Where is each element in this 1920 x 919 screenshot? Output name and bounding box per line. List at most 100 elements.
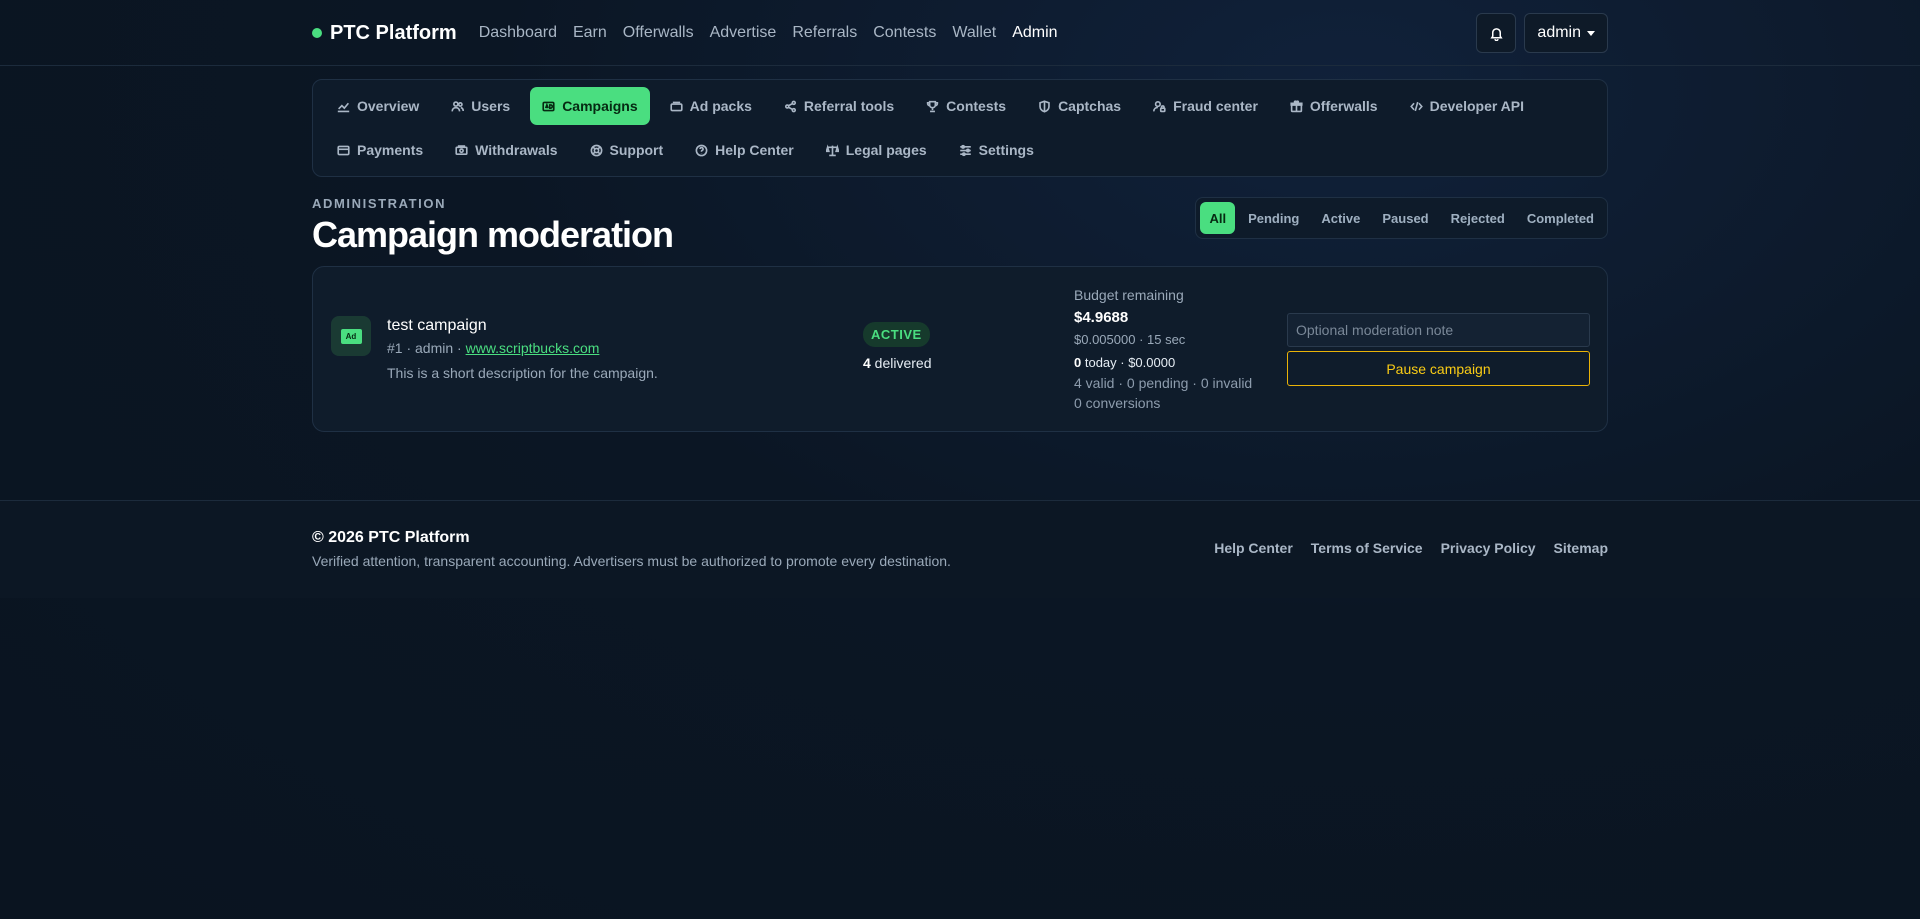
nav-link-dashboard[interactable]: Dashboard xyxy=(479,24,557,42)
status-filter-group: All Pending Active Paused Rejected Compl… xyxy=(1195,197,1608,239)
tab-support[interactable]: Support xyxy=(578,131,676,169)
campaign-info: test campaign #1 · admin · www.scriptbuc… xyxy=(387,317,658,381)
delivered-number: 4 xyxy=(863,355,871,371)
tab-label: Overview xyxy=(357,98,420,114)
nav-link-earn[interactable]: Earn xyxy=(573,24,607,42)
budget-today: 0 today · $0.0000 xyxy=(1074,355,1252,370)
pause-campaign-button[interactable]: Pause campaign xyxy=(1287,351,1590,386)
filter-active[interactable]: Active xyxy=(1312,202,1369,234)
user-lock-icon xyxy=(1153,100,1166,112)
life-ring-icon xyxy=(590,144,602,156)
tab-fraud-center[interactable]: Fraud center xyxy=(1141,87,1270,125)
tab-ad-packs[interactable]: Ad packs xyxy=(658,87,764,125)
notifications-button[interactable] xyxy=(1476,13,1517,53)
tab-label: Users xyxy=(471,98,511,114)
filter-rejected[interactable]: Rejected xyxy=(1442,202,1514,234)
caret-down-icon xyxy=(1587,30,1595,36)
tab-captchas[interactable]: Captchas xyxy=(1026,87,1133,125)
conversions-stats: 0 conversions xyxy=(1074,395,1161,411)
footer-links: Help Center Terms of Service Privacy Pol… xyxy=(1214,540,1608,556)
campaign-ad-icon: Ad xyxy=(331,316,371,356)
today-rest: today · $0.0000 xyxy=(1081,355,1176,370)
nav-link-referrals[interactable]: Referrals xyxy=(792,24,857,42)
top-navbar: PTC Platform Dashboard Earn Offerwalls A… xyxy=(0,0,1920,66)
footer-link-sitemap[interactable]: Sitemap xyxy=(1554,540,1608,556)
gift-icon xyxy=(1290,99,1303,112)
tab-label: Legal pages xyxy=(845,142,927,158)
user-menu-button[interactable]: admin xyxy=(1524,13,1608,53)
filter-paused[interactable]: Paused xyxy=(1373,202,1437,234)
brand[interactable]: PTC Platform xyxy=(312,22,457,45)
tab-label: Contests xyxy=(946,98,1007,114)
nav-link-admin[interactable]: Admin xyxy=(1012,24,1057,42)
code-icon xyxy=(1409,101,1423,111)
tab-campaigns[interactable]: Campaigns xyxy=(530,87,650,125)
page-header: ADMINISTRATION Campaign moderation All P… xyxy=(312,196,1608,256)
delivered-count: 4 delivered xyxy=(863,355,932,371)
tab-label: Campaigns xyxy=(562,98,638,114)
tab-label: Captchas xyxy=(1058,98,1122,114)
page-eyebrow: ADMINISTRATION xyxy=(312,196,447,211)
shield-icon xyxy=(1039,99,1050,113)
filter-all[interactable]: All xyxy=(1200,202,1236,234)
campaign-meta-prefix: #1 · admin · xyxy=(387,340,466,356)
tab-label: Withdrawals xyxy=(475,142,558,158)
tab-users[interactable]: Users xyxy=(439,87,522,125)
brand-dot-icon xyxy=(312,28,322,38)
page-title: Campaign moderation xyxy=(312,214,674,255)
filter-completed[interactable]: Completed xyxy=(1518,202,1603,234)
sliders-icon xyxy=(959,144,971,156)
tab-help-center[interactable]: Help Center xyxy=(683,131,806,169)
tab-label: Support xyxy=(609,142,664,158)
trophy-icon xyxy=(926,100,939,112)
footer-link-terms[interactable]: Terms of Service xyxy=(1311,540,1423,556)
campaign-description: This is a short description for the camp… xyxy=(387,365,658,381)
chart-line-icon xyxy=(337,102,350,112)
tab-label: Offerwalls xyxy=(1309,98,1378,114)
nav-link-advertise[interactable]: Advertise xyxy=(710,24,777,42)
tab-developer-api[interactable]: Developer API xyxy=(1398,87,1536,125)
tab-legal-pages[interactable]: Legal pages xyxy=(814,131,939,169)
user-name: admin xyxy=(1537,24,1581,41)
footer-link-help-center[interactable]: Help Center xyxy=(1214,540,1293,556)
footer-subtitle: Verified attention, transparent accounti… xyxy=(312,553,951,569)
campaign-card: Ad test campaign #1 · admin · www.script… xyxy=(312,266,1608,432)
tab-label: Developer API xyxy=(1429,98,1525,114)
tab-label: Fraud center xyxy=(1173,98,1258,114)
campaign-status: ACTIVE 4 delivered xyxy=(863,322,932,371)
campaign-actions: Pause campaign xyxy=(1287,313,1590,386)
delivered-label: delivered xyxy=(870,355,932,371)
tab-contests[interactable]: Contests xyxy=(914,87,1018,125)
tab-settings[interactable]: Settings xyxy=(947,131,1046,169)
scale-icon xyxy=(825,143,839,156)
campaign-title: test campaign xyxy=(387,317,487,334)
status-badge: ACTIVE xyxy=(863,322,930,347)
tab-withdrawals[interactable]: Withdrawals xyxy=(443,131,569,169)
money-icon xyxy=(455,144,468,155)
footer: © 2026 PTC Platform Verified attention, … xyxy=(0,500,1920,598)
footer-link-privacy[interactable]: Privacy Policy xyxy=(1441,540,1536,556)
tab-label: Settings xyxy=(978,142,1034,158)
nav-link-contests[interactable]: Contests xyxy=(873,24,936,42)
campaign-url-link[interactable]: www.scriptbucks.com xyxy=(466,340,600,356)
tab-referral-tools[interactable]: Referral tools xyxy=(772,87,906,125)
tab-label: Ad packs xyxy=(689,98,752,114)
ad-icon xyxy=(542,101,555,111)
footer-title: © 2026 PTC Platform xyxy=(312,529,470,546)
filter-pending[interactable]: Pending xyxy=(1239,202,1308,234)
tab-payments[interactable]: Payments xyxy=(325,131,435,169)
nav-link-wallet[interactable]: Wallet xyxy=(952,24,996,42)
budget-value: $4.9688 xyxy=(1074,309,1129,326)
moderation-note-input[interactable] xyxy=(1287,313,1590,347)
main-nav: Dashboard Earn Offerwalls Advertise Refe… xyxy=(479,24,1477,42)
nav-link-offerwalls[interactable]: Offerwalls xyxy=(623,24,694,42)
brand-name: PTC Platform xyxy=(330,21,457,44)
tab-overview[interactable]: Overview xyxy=(325,87,431,125)
tab-offerwalls[interactable]: Offerwalls xyxy=(1278,87,1390,125)
tab-label: Help Center xyxy=(715,142,794,158)
bell-icon xyxy=(1490,27,1503,41)
tab-label: Payments xyxy=(357,142,424,158)
share-icon xyxy=(784,100,796,112)
ad-icon-label: Ad xyxy=(340,328,362,344)
users-icon xyxy=(451,100,465,111)
